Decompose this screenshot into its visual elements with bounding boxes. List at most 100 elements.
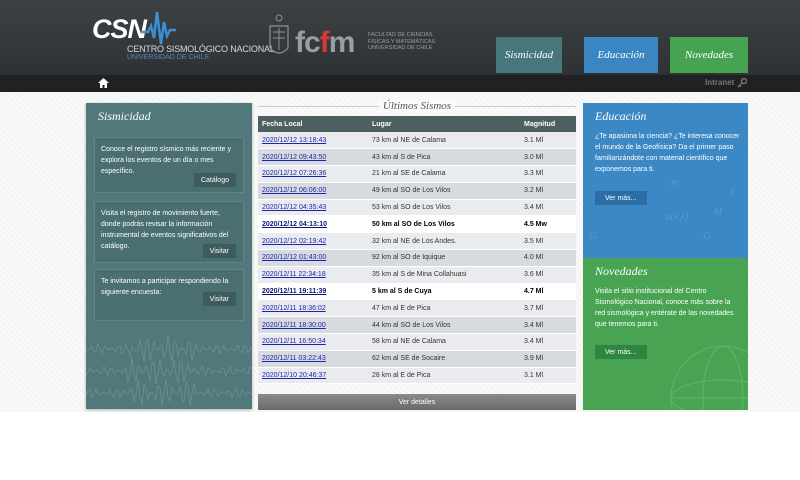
fcfm-logo[interactable]: fcfm FACULTAD DE CIENCIAS FÍSICAS Y MATE… [265,12,440,67]
cell-fecha[interactable]: 2020/12/11 16:50:34 [258,333,368,351]
csn-logo-line1: CENTRO SISMOLÓGICO NACIONAL [127,44,275,54]
cell-fecha[interactable]: 2020/12/12 04:13:10 [258,215,368,234]
novedades-panel-title: Novedades [595,264,648,278]
table-row[interactable]: 2020/12/12 01:43:00 92 km al SO de Iquiqu… [258,249,576,267]
novedades-panel-text: Visita el sitio institucional del Centro… [595,288,734,328]
site-header: CSN CENTRO SISMOLÓGICO NACIONAL UNIVERSI… [0,0,800,75]
quake-detail-link[interactable]: 2020/12/12 13:18:43 [262,137,326,144]
educacion-more-button[interactable]: Ver más... [595,191,647,205]
cell-fecha[interactable]: 2020/12/12 09:43:50 [258,148,368,167]
catalog-button[interactable]: Catálogo [193,173,236,187]
cell-magnitud: 3.1 Ml [520,132,576,150]
strong-motion-visit-button[interactable]: Visitar [202,244,236,258]
cell-magnitud: 3.7 Ml [520,299,576,318]
csn-logo-line2: UNIVERSIDAD DE CHILE [127,54,210,61]
strong-motion-card: Visita el registro de movimiento fuerte,… [94,201,244,263]
quake-detail-link[interactable]: 2020/12/11 03:22:43 [262,355,326,362]
cell-fecha[interactable]: 2020/12/12 01:43:00 [258,249,368,267]
cell-lugar: 21 km al SE de Calama [368,165,520,183]
cell-lugar: 5 km al S de Cuya [368,283,520,301]
cell-magnitud: 4.0 Ml [520,249,576,267]
table-row[interactable]: 2020/12/12 02:19:42 32 km al NE de Los An… [258,232,576,251]
cell-magnitud: 4.7 Ml [520,283,576,301]
table-row[interactable]: 2020/12/11 18:36:02 47 km al E de Pica 3.7… [258,299,576,318]
table-row[interactable]: 2020/12/11 18:30:00 44 km al SO de Los Vi… [258,316,576,335]
quake-detail-link[interactable]: 2020/12/11 16:50:34 [262,338,326,345]
educacion-panel-title: Educación [595,109,647,123]
intranet-link[interactable]: Intranet [705,78,734,87]
table-row[interactable]: 2020/12/12 06:06:00 49 km al SO de Los Vi… [258,182,576,200]
cell-lugar: 32 km al NE de Los Andes. [368,232,520,251]
cell-fecha[interactable]: 2020/12/12 04:35:43 [258,199,368,217]
table-row[interactable]: 2020/12/11 22:34:18 35 km al S de Mina Co… [258,266,576,284]
cell-fecha[interactable]: 2020/12/12 07:26:36 [258,165,368,183]
quake-detail-link[interactable]: 2020/12/12 02:19:42 [262,238,326,245]
cell-magnitud: 3.2 Ml [520,182,576,200]
cell-magnitud: 3.4 Ml [520,199,576,217]
cell-lugar: 47 km al E de Pica [368,299,520,318]
cell-magnitud: 3.4 Ml [520,316,576,335]
cell-lugar: 28 km al E de Pica [368,367,520,385]
cell-fecha[interactable]: 2020/12/11 19:11:39 [258,283,368,301]
cell-fecha[interactable]: 2020/12/11 03:22:43 [258,350,368,368]
svg-text:G: G [703,230,711,242]
quake-detail-link[interactable]: 2020/12/12 04:13:10 [262,221,327,228]
table-row[interactable]: 2020/12/12 04:13:10 50 km al SO de Los Vi… [258,215,576,234]
view-details-button[interactable]: Ver detalles [258,394,576,410]
nav-novedades-button[interactable]: Novedades [670,37,748,73]
globe-background-decoration [670,345,748,410]
quake-detail-link[interactable]: 2020/12/12 07:26:36 [262,170,326,177]
survey-visit-button[interactable]: Visitar [202,292,236,306]
cell-magnitud: 3.3 Ml [520,165,576,183]
table-row[interactable]: 2020/12/12 09:43:50 43 km al S de Pica 3.0… [258,148,576,167]
table-row[interactable]: 2020/12/12 13:18:43 73 km al NE de Calama… [258,132,576,150]
table-row[interactable]: 2020/12/12 04:35:43 53 km al SO de Los Vi… [258,199,576,217]
cell-magnitud: 3.9 Ml [520,350,576,368]
home-icon[interactable] [98,78,109,88]
quake-detail-link[interactable]: 2020/12/12 06:06:00 [262,187,326,194]
educacion-panel-text: ¿Te apasiona la ciencia? ¿Te interesa co… [595,133,740,173]
sismicidad-panel: Sismicidad Conoce el registro sísmico má… [86,103,252,409]
cell-fecha[interactable]: 2020/12/10 20:46:37 [258,367,368,385]
cell-fecha[interactable]: 2020/12/12 13:18:43 [258,132,368,150]
catalog-card: Conoce el registro sísmico más reciente … [94,137,244,193]
key-icon[interactable] [737,78,747,88]
quake-detail-link[interactable]: 2020/12/11 18:30:00 [262,322,326,329]
quake-detail-link[interactable]: 2020/12/12 09:43:50 [262,154,326,161]
seismogram-decoration [86,335,252,407]
cell-lugar: 58 km al NE de Calama [368,333,520,351]
quake-detail-link[interactable]: 2020/12/12 01:43:00 [262,254,326,261]
csn-logo[interactable]: CSN CENTRO SISMOLÓGICO NACIONAL UNIVERSI… [92,6,275,68]
table-row[interactable]: 2020/12/11 03:22:43 62 km al SE de Socair… [258,350,576,368]
quake-detail-link[interactable]: 2020/12/11 19:11:39 [262,288,326,295]
cell-magnitud: 3.1 Ml [520,367,576,385]
cell-fecha[interactable]: 2020/12/12 02:19:42 [258,232,368,251]
svg-text:d: d [729,186,735,198]
quake-detail-link[interactable]: 2020/12/11 22:34:18 [262,271,326,278]
survey-card: Te invitamos a participar respondiendo l… [94,269,244,321]
formula-background-decoration: m d u(x,t) M G G [589,177,735,242]
cell-lugar: 49 km al SO de Los Vilos [368,182,520,200]
table-row[interactable]: 2020/12/11 16:50:34 58 km al NE de Calama… [258,333,576,351]
quake-detail-link[interactable]: 2020/12/11 18:36:02 [262,305,326,312]
csn-logo-text: CSN [92,14,147,44]
sismicidad-panel-title: Sismicidad [98,109,151,123]
cell-fecha[interactable]: 2020/12/12 06:06:00 [258,182,368,200]
novedades-more-button[interactable]: Ver más... [595,345,647,359]
svg-text:u(x,t): u(x,t) [665,210,689,222]
fcfm-logo-mark: fcfm [295,26,355,59]
nav-educacion-button[interactable]: Educación [584,37,658,73]
cell-lugar: 53 km al SO de Los Vilos [368,199,520,217]
table-row[interactable]: 2020/12/10 20:46:37 28 km al E de Pica 3.1… [258,367,576,385]
seismic-wave-icon [142,11,176,45]
cell-lugar: 50 km al SO de Los Vilos [368,215,520,234]
cell-fecha[interactable]: 2020/12/11 18:36:02 [258,299,368,318]
cell-fecha[interactable]: 2020/12/11 22:34:18 [258,266,368,284]
table-row[interactable]: 2020/12/12 07:26:36 21 km al SE de Calama… [258,165,576,183]
quake-detail-link[interactable]: 2020/12/12 04:35:43 [262,204,326,211]
quake-detail-link[interactable]: 2020/12/10 20:46:37 [262,372,326,379]
cell-magnitud: 3.0 Ml [520,148,576,167]
table-row[interactable]: 2020/12/11 19:11:39 5 km al S de Cuya 4.7 … [258,283,576,301]
nav-sismicidad-button[interactable]: Sismicidad [496,37,562,73]
cell-fecha[interactable]: 2020/12/11 18:30:00 [258,316,368,335]
